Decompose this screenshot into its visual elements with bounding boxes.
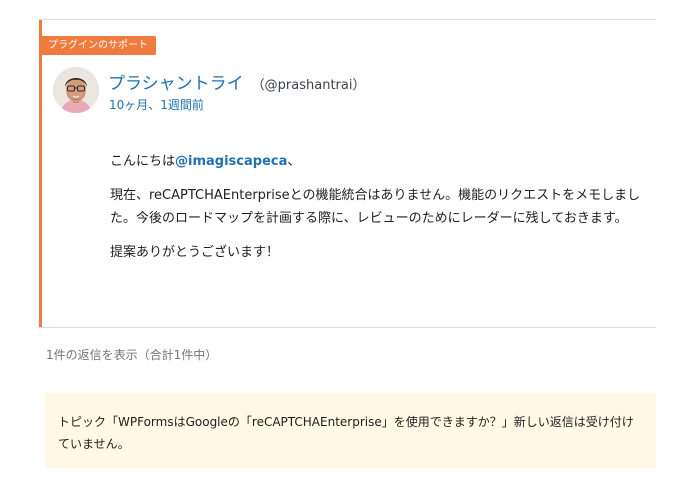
reply-post: プラグインのサポート プラシャントライ （@prashantrai） 10ヶ月、1…: [39, 20, 656, 327]
thanks-paragraph: 提案ありがとうございます！: [110, 245, 280, 260]
body-paragraph: 現在、reCAPTCHAEnterpriseとの機能統合はありません。機能のリク…: [110, 188, 641, 226]
plugin-support-badge: プラグインのサポート: [42, 36, 156, 55]
topic-closed-notice: トピック「WPFormsはGoogleの「reCAPTCHAEnterprise…: [45, 393, 656, 468]
greeting-suffix: 、: [287, 154, 301, 169]
author-handle: （@prashantrai）: [251, 78, 366, 93]
post-permalink[interactable]: 10ヶ月、1週間前: [109, 96, 204, 113]
avatar-illustration: [53, 67, 99, 113]
user-mention-link[interactable]: @imagiscapeca: [175, 154, 287, 169]
author-avatar[interactable]: [53, 67, 99, 113]
greeting-text: こんにちは: [110, 154, 176, 169]
greeting-paragraph: こんにちは@imagiscapeca、: [110, 150, 658, 173]
bottom-divider: [39, 327, 656, 328]
author-name-link[interactable]: プラシャントライ: [108, 74, 244, 94]
reply-content: こんにちは@imagiscapeca、 現在、reCAPTCHAEnterpri…: [110, 150, 658, 275]
reply-count-text: 1件の返信を表示（合計1件中）: [46, 348, 218, 362]
author-line: プラシャントライ （@prashantrai）: [108, 69, 365, 94]
